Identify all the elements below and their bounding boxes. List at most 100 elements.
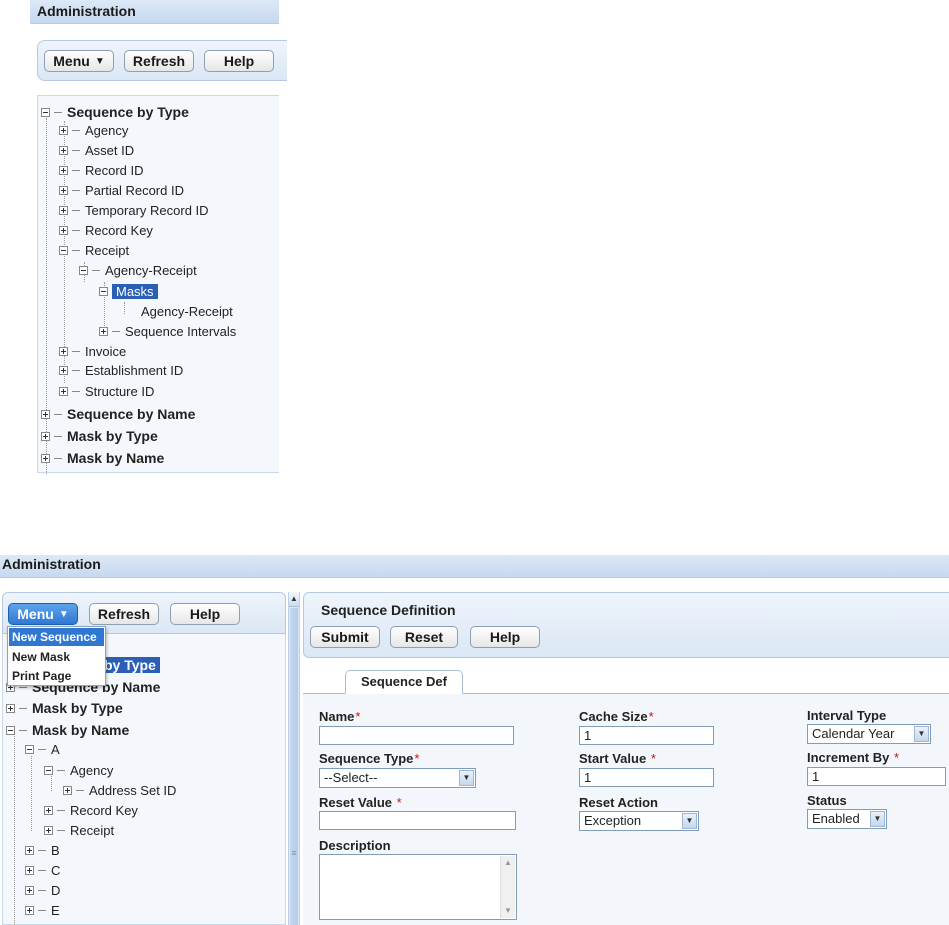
- chevron-down-icon: ▼: [682, 813, 697, 829]
- tree-node-record-key[interactable]: Record Key: [44, 802, 138, 820]
- tree-node-mask-by-name[interactable]: Mask by Name: [41, 449, 164, 467]
- reset-button[interactable]: Reset: [390, 626, 458, 648]
- form-title: Sequence Definition: [321, 602, 456, 618]
- tree-node-sequence-by-type[interactable]: by Type: [100, 656, 160, 674]
- tree-node-sequence-by-type[interactable]: Sequence by Type: [41, 103, 189, 121]
- collapse-icon[interactable]: [44, 766, 53, 776]
- increment-by-field[interactable]: 1: [807, 767, 946, 786]
- expand-icon[interactable]: [25, 906, 34, 916]
- collapse-icon[interactable]: [99, 287, 108, 297]
- tree-connector: [92, 270, 100, 272]
- tree-node[interactable]: Invoice: [59, 343, 126, 361]
- collapse-icon[interactable]: [6, 725, 15, 735]
- scroll-up-icon[interactable]: ▲: [501, 856, 515, 870]
- expand-icon[interactable]: [41, 409, 50, 419]
- tree-node-receipt[interactable]: Receipt: [44, 822, 114, 840]
- collapse-icon[interactable]: [59, 246, 68, 256]
- top-menu-button[interactable]: Menu ▼: [44, 50, 114, 72]
- scroll-down-icon[interactable]: ▼: [501, 904, 515, 918]
- interval-type-select[interactable]: Calendar Year ▼: [807, 724, 931, 744]
- tree-connector: [72, 250, 80, 252]
- reset-value-field[interactable]: [319, 811, 516, 830]
- top-title-bar: Administration: [30, 0, 279, 24]
- expand-icon[interactable]: [44, 806, 53, 816]
- tree-node-b[interactable]: B: [25, 842, 60, 860]
- tree-node[interactable]: Agency: [59, 122, 128, 140]
- collapse-icon[interactable]: [41, 107, 50, 117]
- expand-icon[interactable]: [59, 226, 68, 236]
- expand-icon[interactable]: [59, 166, 68, 176]
- textarea-scrollbar[interactable]: ▲ ▼: [500, 856, 515, 918]
- expand-icon[interactable]: [59, 347, 68, 357]
- tree-node[interactable]: Record ID: [59, 162, 144, 180]
- bottom-help-button[interactable]: Help: [170, 603, 240, 625]
- tree-node-sequence-by-name[interactable]: Sequence by Name: [41, 405, 195, 423]
- expand-icon[interactable]: [59, 206, 68, 216]
- reset-action-label: Reset Action: [579, 795, 658, 810]
- submit-button[interactable]: Submit: [310, 626, 380, 648]
- menu-item-new-mask[interactable]: New Mask: [9, 648, 104, 666]
- tree-node-mask-by-type[interactable]: Mask by Type: [6, 699, 123, 717]
- tree-connector: [54, 435, 62, 437]
- tree-node[interactable]: Partial Record ID: [59, 182, 184, 200]
- description-field[interactable]: ▲ ▼: [319, 854, 517, 920]
- top-refresh-button[interactable]: Refresh: [124, 50, 194, 72]
- top-title: Administration: [37, 3, 136, 19]
- sequence-type-select[interactable]: --Select-- ▼: [319, 768, 476, 788]
- top-help-button[interactable]: Help: [204, 50, 274, 72]
- tree-node[interactable]: Establishment ID: [59, 362, 183, 380]
- collapse-icon[interactable]: [79, 266, 88, 276]
- status-select[interactable]: Enabled ▼: [807, 809, 887, 829]
- scroll-up-icon[interactable]: ▲: [289, 592, 299, 607]
- tree-node-agency[interactable]: Agency: [44, 762, 113, 780]
- expand-icon[interactable]: [25, 866, 34, 876]
- expand-icon[interactable]: [59, 186, 68, 196]
- tree-node[interactable]: Record Key: [59, 222, 153, 240]
- tree-connector: [57, 770, 65, 772]
- tree-node-e[interactable]: E: [25, 902, 60, 920]
- expand-icon[interactable]: [99, 327, 108, 337]
- tree-node-mask-item[interactable]: Agency-Receipt: [141, 303, 233, 321]
- bottom-refresh-button[interactable]: Refresh: [89, 603, 159, 625]
- reset-action-select[interactable]: Exception ▼: [579, 811, 699, 831]
- expand-icon[interactable]: [41, 431, 50, 441]
- pane-scrollbar[interactable]: ▲ ≡: [288, 592, 300, 925]
- tree-node-c[interactable]: C: [25, 862, 60, 880]
- tree-node[interactable]: Asset ID: [59, 142, 134, 160]
- tab-sequence-def[interactable]: Sequence Def: [345, 670, 463, 694]
- cache-size-field[interactable]: 1: [579, 726, 714, 745]
- expand-icon[interactable]: [59, 146, 68, 156]
- expand-icon[interactable]: [59, 387, 68, 397]
- expand-icon[interactable]: [63, 786, 72, 796]
- tree-node-masks[interactable]: Masks: [99, 283, 158, 301]
- tree-node-mask-by-name[interactable]: Mask by Name: [6, 721, 129, 739]
- tree-node-receipt[interactable]: Receipt: [59, 242, 129, 260]
- scroll-thumb[interactable]: ≡: [290, 608, 298, 925]
- bottom-menu-button[interactable]: Menu ▼: [8, 603, 78, 625]
- tree-node-d[interactable]: D: [25, 882, 60, 900]
- expand-icon[interactable]: [59, 366, 68, 376]
- tree-node-address-set-id[interactable]: Address Set ID: [63, 782, 176, 800]
- expand-icon[interactable]: [59, 126, 68, 136]
- menu-arrow-icon: ▼: [58, 608, 69, 620]
- collapse-icon[interactable]: [25, 745, 34, 755]
- form-help-button[interactable]: Help: [470, 626, 540, 648]
- name-field[interactable]: [319, 726, 514, 745]
- expand-icon[interactable]: [44, 826, 53, 836]
- tree-node-agency-receipt[interactable]: Agency-Receipt: [79, 262, 197, 280]
- tree-node-mask-by-type[interactable]: Mask by Type: [41, 427, 158, 445]
- expand-icon[interactable]: [41, 453, 50, 463]
- expand-icon[interactable]: [25, 886, 34, 896]
- menu-item-print-page[interactable]: Print Page: [9, 667, 104, 685]
- tree-node[interactable]: Structure ID: [59, 383, 154, 401]
- tree-node[interactable]: Temporary Record ID: [59, 202, 209, 220]
- start-value-field[interactable]: 1: [579, 768, 714, 787]
- tree-node-sequence-intervals[interactable]: Sequence Intervals: [99, 323, 236, 341]
- tree-connector: [76, 790, 84, 792]
- menu-item-new-sequence[interactable]: New Sequence: [9, 628, 104, 646]
- required-mark: *: [396, 795, 402, 810]
- expand-icon[interactable]: [25, 846, 34, 856]
- tree-connector: [54, 111, 62, 113]
- tree-node-a[interactable]: A: [25, 741, 60, 759]
- expand-icon[interactable]: [6, 703, 15, 713]
